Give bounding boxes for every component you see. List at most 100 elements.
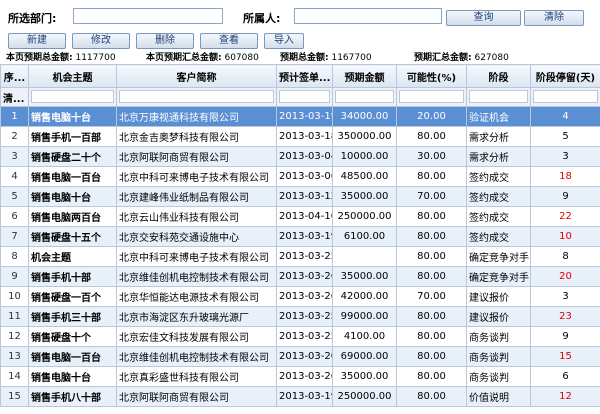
customer-cell: 北京阿联阿商贸有限公司 [116,386,277,407]
stage-cell: 确定竞争对手 [466,266,531,287]
filter-cell-stay [530,87,600,107]
col-header-customer[interactable]: 客户简称 [116,64,277,88]
subject-cell: 销售电脑两百台 [28,206,117,227]
table-row[interactable]: 4 销售电脑一百台 北京中科可来博电子技术有限公司 2013-03-06 48500.0… [0,166,600,187]
clear-button[interactable]: 清除 [524,10,584,26]
subject-cell: 销售硬盘十个 [28,326,117,347]
page-total-value: 607080 [224,53,259,63]
owner-field[interactable] [294,8,442,24]
table-row[interactable]: 8 机会主题 北京中科可来博电子技术有限公司 2013-03-25 80.00 确定竞争对… [0,246,600,267]
stage-cell: 签约成交 [466,166,531,187]
filter-input-subject[interactable] [31,90,114,103]
amount-cell: 250000.00 [332,386,397,407]
stay-cell: 6 [530,366,600,387]
table-row[interactable]: 11 销售手机三十部 北京市海淀区东升玻璃光源厂 2013-03-25 99000.00… [0,306,600,327]
table-row[interactable]: 14 销售电脑十台 北京真彩盛世科技有限公司 2013-03-26 35000.00 80… [0,366,600,387]
all-amount-label: 预期总金额: [280,53,329,63]
filter-cell-date [276,87,333,107]
col-header-num[interactable]: 序... [0,64,29,88]
table-row[interactable]: 6 销售电脑两百台 北京云山伟业科技有限公司 2013-04-10 250000.00 8… [0,206,600,227]
delete-button[interactable]: 删除 [136,33,194,49]
table-row[interactable]: 2 销售手机一百部 北京金吉奥梦科技有限公司 2013-03-18 350000.00 8… [0,126,600,147]
table-row[interactable]: 3 销售硬盘二十个 北京阿联阿商贸有限公司 2013-03-04 10000.00 30.… [0,146,600,167]
col-header-date[interactable]: 预计签单... [276,64,333,88]
possibility-cell: 80.00 [396,126,467,147]
possibility-cell: 80.00 [396,206,467,227]
table-row[interactable]: 10 销售硬盘一百个 北京华恒能达电源技术有限公司 2013-03-26 42000.0… [0,286,600,307]
filter-input-amount[interactable] [335,90,394,103]
table-row[interactable]: 12 销售硬盘十个 北京宏佳文科技发展有限公司 2013-03-25 4100.00 80… [0,326,600,347]
subject-cell: 销售硬盘十五个 [28,226,117,247]
page-total-label: 本页预期汇总金额: [146,53,222,63]
row-number: 10 [0,286,29,307]
col-header-stay[interactable]: 阶段停留(天) [530,64,600,88]
query-button[interactable]: 查询 [446,10,521,26]
stage-cell: 需求分析 [466,146,531,167]
subject-cell: 销售电脑十台 [28,366,117,387]
col-header-amount[interactable]: 预期金额 [332,64,397,88]
table-row[interactable]: 13 销售电脑一百台 北京维佳创机电控制技术有限公司 2013-03-20 69000.… [0,346,600,367]
filter-input-stay[interactable] [533,90,598,103]
table-row[interactable]: 7 销售硬盘十五个 北京交安科苑交通设施中心 2013-03-19 6100.00 80.… [0,226,600,247]
page-amount-value: 1117700 [75,53,116,63]
page-amount-summary: 本页预期总金额: 1117700 [6,50,116,63]
filter-row-clear[interactable]: 清... [0,87,29,107]
customer-cell: 北京中科可来博电子技术有限公司 [116,166,277,187]
stay-cell: 9 [530,186,600,207]
row-number: 1 [0,106,29,127]
stage-cell: 商务谈判 [466,366,531,387]
filter-input-date[interactable] [279,90,330,103]
stay-cell: 4 [530,106,600,127]
all-total-summary: 预期汇总金额: 627080 [414,50,509,63]
date-cell: 2013-03-20 [276,346,333,367]
subject-cell: 销售手机三十部 [28,306,117,327]
stay-cell: 12 [530,386,600,407]
stay-cell: 9 [530,326,600,347]
opportunity-grid: 序... 机会主题 客户简称 预计签单... 预期金额 可能性(%) 阶段 阶段… [0,64,600,414]
possibility-cell: 80.00 [396,386,467,407]
customer-cell: 北京万康视通科技有限公司 [116,106,277,127]
new-button[interactable]: 新建 [8,33,66,49]
stay-cell: 8 [530,246,600,267]
col-header-subject[interactable]: 机会主题 [28,64,117,88]
possibility-cell: 80.00 [396,226,467,247]
stage-cell: 确定竞争对手 [466,246,531,267]
amount-cell: 35000.00 [332,266,397,287]
col-header-possibility[interactable]: 可能性(%) [396,64,467,88]
stage-cell: 需求分析 [466,126,531,147]
date-cell: 2013-03-26 [276,286,333,307]
dept-field[interactable] [73,8,223,24]
page-total-summary: 本页预期汇总金额: 607080 [146,50,259,63]
filter-input-customer[interactable] [119,90,274,103]
edit-button[interactable]: 修改 [72,33,130,49]
date-cell: 2013-03-12 [276,186,333,207]
import-button[interactable]: 导入 [264,33,304,49]
stay-cell: 3 [530,146,600,167]
table-row[interactable]: 15 销售手机八十部 北京阿联阿商贸有限公司 2013-03-19 250000.00 8… [0,386,600,407]
subject-cell: 销售手机八十部 [28,386,117,407]
table-row[interactable]: 9 销售手机十部 北京维佳创机电控制技术有限公司 2013-03-26 35000.00… [0,266,600,287]
row-number: 11 [0,306,29,327]
filter-cell-subject [28,87,117,107]
view-button[interactable]: 查看 [200,33,258,49]
customer-cell: 北京维佳创机电控制技术有限公司 [116,346,277,367]
amount-cell: 35000.00 [332,186,397,207]
amount-cell: 4100.00 [332,326,397,347]
filter-input-stage[interactable] [469,90,528,103]
filter-input-possibility[interactable] [399,90,464,103]
row-number: 4 [0,166,29,187]
amount-cell: 250000.00 [332,206,397,227]
amount-cell: 48500.00 [332,166,397,187]
stage-cell: 商务谈判 [466,326,531,347]
customer-cell: 北京维佳创机电控制技术有限公司 [116,266,277,287]
stay-cell: 18 [530,166,600,187]
table-row[interactable]: 5 销售电脑十台 北京建峰伟业纸制品有限公司 2013-03-12 35000.00 70… [0,186,600,207]
table-row[interactable]: 1 销售电脑十台 北京万康视通科技有限公司 2013-03-19 34000.00 20.… [0,106,600,127]
possibility-cell: 80.00 [396,266,467,287]
row-number: 12 [0,326,29,347]
customer-cell: 北京云山伟业科技有限公司 [116,206,277,227]
date-cell: 2013-03-04 [276,146,333,167]
customer-cell: 北京建峰伟业纸制品有限公司 [116,186,277,207]
col-header-stage[interactable]: 阶段 [466,64,531,88]
amount-cell: 69000.00 [332,346,397,367]
